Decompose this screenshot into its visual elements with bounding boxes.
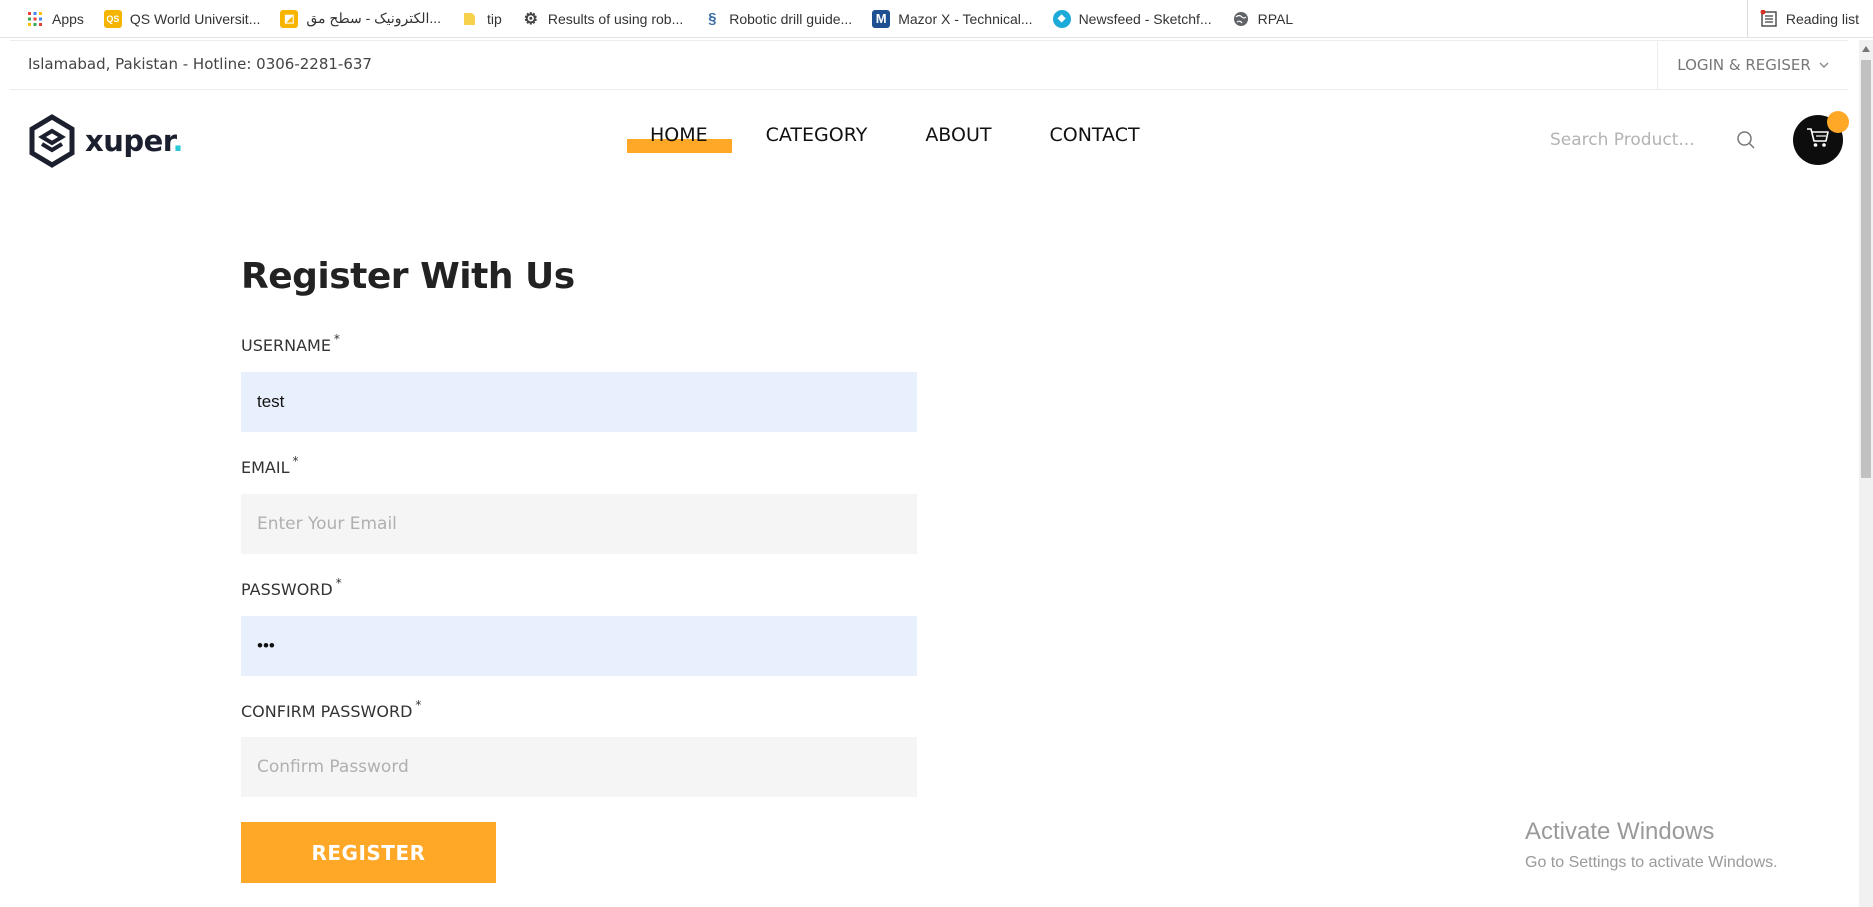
nav-about[interactable]: ABOUT [925,124,991,146]
watermark-subtitle: Go to Settings to activate Windows. [1525,854,1778,871]
watermark-title: Activate Windows [1525,818,1715,845]
hexagon-logo-icon [28,114,76,168]
folder-icon [461,10,479,28]
nav-category[interactable]: CATEGORY [766,124,868,146]
bookmark-label: QS World Universit... [129,10,261,27]
nav-home[interactable]: HOME [627,124,732,153]
search-input[interactable] [1550,130,1710,150]
hotline-text: Islamabad, Pakistan - Hotline: 0306-2281… [28,55,372,73]
bookmark-label: Results of using rob... [547,10,684,27]
reading-list-icon [1760,9,1778,28]
username-field[interactable] [241,372,917,432]
bookmark-rpal[interactable]: RPAL [1232,10,1294,28]
scrollbar-thumb[interactable] [1861,60,1871,478]
required-mark: * [292,454,299,468]
qs-icon: QS [103,9,122,28]
sketchfab-icon: ◆ [1052,9,1071,28]
login-register-label: LOGIN & REGISER [1677,56,1811,74]
bookmark-label: RPAL [1257,10,1294,27]
login-register-dropdown[interactable]: LOGIN & REGISER [1657,41,1848,89]
bookmark-electronics[interactable]: ◩ الکترونیک - سطح مق... [280,9,442,28]
m-logo-icon: M [872,9,891,28]
bookmark-label: Robotic drill guide... [729,10,853,27]
required-mark: * [333,332,340,346]
required-mark: * [415,698,422,712]
cart-button[interactable] [1793,111,1849,165]
email-label: EMAIL * [241,454,299,477]
register-button[interactable]: REGISTER [241,822,496,883]
page-scrollbar[interactable] [1859,40,1873,907]
bookmark-sketchfab[interactable]: ◆ Newsfeed - Sketchf... [1052,9,1212,28]
scroll-up-arrow-icon[interactable] [1862,46,1870,52]
page-title: Register With Us [241,256,575,297]
reading-list-label: Reading list [1785,10,1859,27]
password-label: PASSWORD * [241,576,342,599]
bookmark-robotic-drill[interactable]: § Robotic drill guide... [703,10,852,28]
globe-icon [1232,10,1250,28]
bookmark-qs[interactable]: QS QS World Universit... [103,9,261,28]
bookmark-label: الکترونیک - سطح مق... [306,10,442,26]
cart-badge [1827,111,1849,133]
bookmark-label: Apps [52,10,84,27]
confirm-password-field[interactable] [241,737,917,797]
password-field[interactable] [241,616,917,676]
required-mark: * [335,576,342,590]
bookmark-label: tip [487,10,502,27]
bookmark-label: Mazor X - Technical... [898,10,1033,27]
site-logo[interactable]: xuper. [28,114,183,168]
bookmark-tip[interactable]: tip [461,10,502,28]
logo-wordmark: xuper. [85,124,183,158]
activate-windows-watermark: Activate Windows Go to Settings to activ… [1525,818,1778,872]
username-label: USERNAME * [241,332,340,355]
main-nav: HOME CATEGORY ABOUT CONTACT [627,124,1198,153]
bookmark-mazor[interactable]: M Mazor X - Technical... [872,9,1033,28]
gear-bug-icon: ⚙ [523,10,539,28]
helix-icon: § [708,10,717,27]
bookmark-yellow-icon: ◩ [280,9,299,28]
bookmark-label: Newsfeed - Sketchf... [1078,10,1212,27]
confirm-password-label: CONFIRM PASSWORD * [241,698,422,721]
cart-icon [1806,127,1830,153]
reading-list[interactable]: Reading list [1746,0,1859,37]
apps-grid-icon [26,10,44,28]
nav-contact[interactable]: CONTACT [1049,124,1139,146]
bookmarks-bar: Apps QS QS World Universit... ◩ الکترونی… [0,0,1873,38]
bookmark-apps[interactable]: Apps [26,10,84,28]
email-field[interactable] [241,494,917,554]
bookmark-results[interactable]: ⚙ Results of using rob... [522,10,684,28]
search-box [1550,128,1755,152]
top-info-bar: Islamabad, Pakistan - Hotline: 0306-2281… [10,40,1848,90]
search-icon[interactable] [1736,130,1756,150]
chevron-down-icon [1819,59,1829,72]
